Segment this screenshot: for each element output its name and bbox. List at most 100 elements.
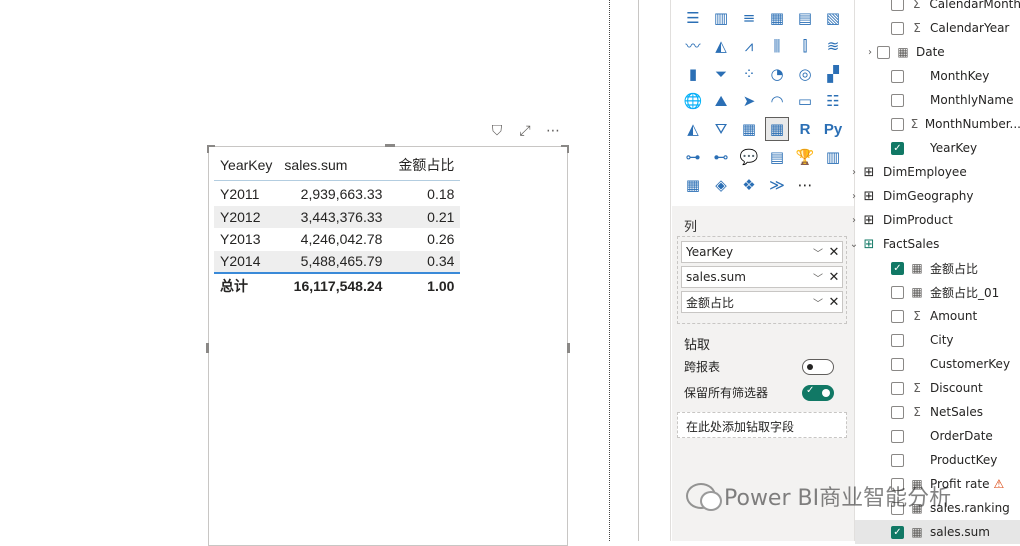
python-visual-icon[interactable]: Py [821, 117, 845, 141]
resize-handle-left[interactable] [206, 343, 209, 353]
drillthrough-drop-zone[interactable]: 在此处添加钻取字段 [677, 412, 847, 438]
field-item[interactable]: Σ NetSales [855, 400, 1020, 424]
donut-chart-icon[interactable]: ◎ [793, 62, 817, 86]
multi-row-card-icon[interactable]: ☷ [821, 89, 845, 113]
field-item[interactable]: › ⊞ DimGeography [852, 184, 1020, 208]
field-item[interactable]: ▦ 金额占比_01 [855, 280, 1020, 304]
custom-visual-3-icon[interactable]: ❖ [737, 173, 761, 197]
chevron-right-icon[interactable]: › [847, 191, 861, 202]
cross-report-toggle[interactable] [802, 358, 834, 375]
columns-well[interactable]: YearKey ﹀ ✕ sales.sum ﹀ ✕ 金额占比 ﹀ ✕ [677, 236, 847, 324]
field-checkbox[interactable] [877, 45, 890, 59]
chevron-down-icon[interactable]: ﹀ [810, 245, 826, 260]
chevron-down-icon[interactable]: ﹀ [810, 270, 826, 285]
well-field-sales-sum[interactable]: sales.sum ﹀ ✕ [681, 266, 843, 288]
matrix-visual-icon[interactable]: ▦ [765, 117, 789, 142]
field-item[interactable]: Σ Amount [855, 304, 1020, 328]
column-header[interactable]: sales.sum [278, 150, 389, 181]
close-icon[interactable]: ✕ [826, 270, 842, 285]
clustered-bar-chart-icon[interactable]: ≡ [737, 6, 761, 30]
field-item[interactable]: ⌄ ⊞ FactSales [850, 232, 1020, 256]
map-icon[interactable]: 🌐 [681, 89, 705, 113]
waterfall-chart-icon[interactable]: ▮ [681, 62, 705, 86]
table-row[interactable]: Y2011 2,939,663.33 0.18 [214, 183, 460, 206]
goals-icon[interactable]: 🏆 [793, 145, 817, 169]
treemap-icon[interactable]: ▞ [821, 62, 845, 86]
focus-mode-icon[interactable]: ⤢ [516, 123, 534, 139]
line-and-clustered-column-icon[interactable]: ⫿ [793, 34, 817, 58]
line-and-column-chart-icon[interactable]: ⫼ [765, 34, 789, 58]
decomposition-tree-icon[interactable]: ⊷ [709, 145, 733, 169]
kpi-icon[interactable]: ◭ [681, 117, 705, 141]
resize-handle-top[interactable] [385, 144, 395, 147]
chevron-down-icon[interactable]: ⌄ [847, 239, 861, 250]
line-chart-icon[interactable]: 〰 [681, 34, 705, 58]
field-item[interactable]: › ▦ Date [855, 40, 1020, 64]
area-chart-icon[interactable]: ◭ [709, 34, 733, 58]
chevron-right-icon[interactable]: › [863, 47, 877, 58]
table-row[interactable]: Y2012 3,443,376.33 0.21 [214, 205, 461, 228]
field-checkbox[interactable] [891, 381, 904, 395]
r-script-visual-icon[interactable]: R [793, 117, 817, 141]
field-item[interactable]: › ⊞ DimEmployee [852, 160, 1020, 184]
field-item[interactable]: ✓ YearKey [855, 136, 1020, 160]
field-checkbox[interactable] [891, 501, 904, 515]
smart-narrative-icon[interactable]: ▤ [765, 145, 789, 169]
chevron-right-icon[interactable]: › [847, 167, 861, 178]
filter-icon[interactable]: ⛉ [488, 123, 506, 139]
get-more-visuals-icon[interactable]: ⋯ [793, 173, 817, 197]
field-item[interactable]: ProductKey [855, 448, 1020, 472]
pie-chart-icon[interactable]: ◔ [765, 62, 789, 86]
more-options-icon[interactable]: ⋯ [544, 123, 562, 139]
field-checkbox[interactable] [891, 285, 904, 299]
resize-handle-right[interactable] [567, 343, 570, 353]
table-row[interactable]: Y2013 4,246,042.78 0.26 [214, 228, 460, 251]
ribbon-chart-icon[interactable]: ≋ [821, 34, 845, 58]
stacked-bar-chart-icon[interactable]: ☰ [681, 6, 705, 30]
field-item[interactable]: CustomerKey [855, 352, 1020, 376]
key-influencers-icon[interactable]: ⊶ [681, 145, 705, 169]
table-visual-icon[interactable]: ▦ [737, 117, 761, 141]
table-row[interactable]: Y2014 5,488,465.79 0.34 [214, 250, 461, 274]
field-checkbox[interactable] [891, 117, 904, 131]
field-checkbox[interactable] [891, 69, 904, 83]
keep-filters-toggle[interactable] [802, 384, 834, 401]
chevron-down-icon[interactable]: ﹀ [810, 295, 826, 310]
well-field-yearkey[interactable]: YearKey ﹀ ✕ [681, 241, 843, 263]
field-checkbox[interactable] [891, 477, 904, 491]
field-item[interactable]: ✓ ▦ sales.sum [855, 520, 1020, 544]
column-header[interactable]: 金额占比 [388, 150, 461, 181]
field-checkbox[interactable] [891, 309, 904, 323]
scatter-chart-icon[interactable]: ⁘ [737, 62, 761, 86]
column-header[interactable]: YearKey [214, 150, 279, 181]
field-item[interactable]: MonthKey [855, 64, 1020, 88]
field-item[interactable]: ▦ sales.ranking [855, 496, 1020, 520]
close-icon[interactable]: ✕ [826, 245, 842, 260]
custom-visual-4-icon[interactable]: ≫ [765, 173, 789, 197]
close-icon[interactable]: ✕ [826, 295, 842, 310]
field-checkbox[interactable]: ✓ [891, 525, 904, 539]
field-checkbox[interactable] [891, 429, 904, 443]
paginated-report-icon[interactable]: ▥ [821, 145, 845, 169]
field-item[interactable]: Σ CalendarYear [855, 16, 1020, 40]
qna-icon[interactable]: 💬 [737, 145, 761, 169]
stacked-area-chart-icon[interactable]: ⩘ [737, 34, 761, 58]
azure-map-icon[interactable]: ➤ [737, 89, 761, 113]
field-item[interactable]: Σ CalendarMonth [855, 0, 1020, 16]
field-item[interactable]: Σ Discount [855, 376, 1020, 400]
pane-collapse-strip[interactable] [639, 0, 671, 541]
field-checkbox[interactable]: ✓ [891, 261, 904, 275]
field-item[interactable]: OrderDate [855, 424, 1020, 448]
field-checkbox[interactable] [891, 453, 904, 467]
funnel-chart-icon[interactable]: ⏷ [709, 62, 733, 86]
clustered-column-chart-icon[interactable]: ▦ [765, 6, 789, 30]
field-item[interactable]: City [855, 328, 1020, 352]
field-checkbox[interactable] [891, 357, 904, 371]
field-item[interactable]: Σ MonthNumber... [855, 112, 1020, 136]
card-icon[interactable]: ▭ [793, 89, 817, 113]
chevron-right-icon[interactable]: › [847, 215, 861, 226]
field-item[interactable]: ▦ Profit rate ⚠ [855, 472, 1020, 496]
field-checkbox[interactable] [891, 21, 904, 35]
field-checkbox[interactable] [891, 405, 904, 419]
field-checkbox[interactable] [891, 0, 904, 11]
